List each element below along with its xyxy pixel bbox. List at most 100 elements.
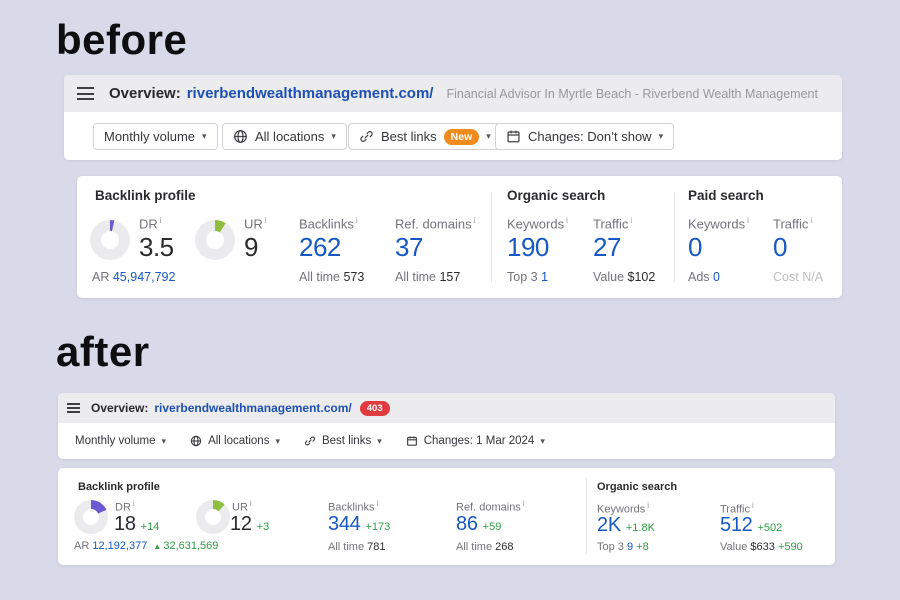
- ref-domains-delta: +59: [483, 521, 502, 533]
- calendar-icon: [506, 129, 521, 144]
- paid-search-title: Paid search: [688, 188, 764, 203]
- ur-delta: +3: [257, 521, 270, 533]
- status-badge-403: 403: [360, 401, 390, 416]
- backlinks-value-row: 344 +173: [328, 513, 390, 536]
- ref-domains-value-row: 86 +59: [456, 513, 501, 536]
- organic-keywords-value[interactable]: 2K: [597, 514, 621, 536]
- dr-label: DRi: [115, 499, 135, 514]
- info-icon: i: [133, 499, 135, 508]
- new-badge: New: [444, 129, 480, 145]
- section-divider: [586, 478, 587, 554]
- ref-domains-label: Ref. domainsi: [456, 499, 525, 514]
- domain-link[interactable]: riverbendwealthmanagement.com/: [154, 401, 351, 415]
- chevron-down-icon: ▾: [659, 131, 664, 142]
- best-links-dropdown[interactable]: Best links New ▾: [348, 123, 502, 150]
- locations-dropdown[interactable]: All locations ▾: [190, 435, 280, 447]
- organic-search-title: Organic search: [507, 188, 605, 203]
- organic-traffic-value[interactable]: 512: [720, 514, 752, 536]
- after-filter-bar: Monthly volume ▾ All locations ▾ Best li…: [58, 423, 835, 459]
- organic-traffic-delta: +502: [757, 522, 782, 534]
- ar-label: AR: [74, 540, 89, 552]
- ref-domains-alltime: All time 157: [395, 270, 460, 284]
- dropdown-label: Best links: [322, 435, 371, 447]
- menu-icon[interactable]: [67, 403, 80, 413]
- organic-keywords-sub: Top 3 1: [507, 270, 548, 284]
- ur-value: 9: [244, 232, 258, 263]
- organic-search-title: Organic search: [597, 481, 677, 493]
- paid-traffic-value[interactable]: 0: [773, 232, 787, 263]
- chevron-down-icon: ▾: [377, 436, 382, 447]
- organic-traffic-label: Traffici: [593, 216, 632, 231]
- ar-row: AR 12,192,377▲32,631,569: [74, 540, 218, 552]
- domain-link[interactable]: riverbendwealthmanagement.com/: [187, 85, 434, 102]
- chevron-down-icon: ▾: [331, 131, 336, 142]
- ref-domains-value[interactable]: 37: [395, 232, 423, 263]
- globe-icon: [190, 435, 202, 447]
- after-heading: after: [56, 328, 150, 376]
- ar-value[interactable]: 12,192,377: [92, 540, 147, 552]
- monthly-volume-dropdown[interactable]: Monthly volume ▾: [75, 435, 166, 447]
- dr-label: DRi: [139, 216, 162, 231]
- dr-delta: +14: [141, 521, 160, 533]
- paid-keywords-value[interactable]: 0: [688, 232, 702, 263]
- locations-dropdown[interactable]: All locations ▾: [222, 123, 347, 150]
- globe-icon: [233, 129, 248, 144]
- organic-traffic-value[interactable]: 27: [593, 232, 621, 263]
- before-heading: before: [56, 16, 187, 64]
- chevron-down-icon: ▾: [162, 436, 167, 447]
- dropdown-label: All locations: [255, 129, 324, 144]
- backlinks-delta: +173: [365, 521, 390, 533]
- ar-delta: 32,631,569: [163, 540, 218, 552]
- section-divider: [674, 192, 675, 282]
- ref-domains-label: Ref. domainsi: [395, 216, 475, 231]
- backlinks-alltime: All time 781: [328, 541, 385, 553]
- before-metrics-card: Backlink profile DRi 3.5 AR 45,947,792 U…: [77, 176, 842, 298]
- backlinks-value[interactable]: 262: [299, 232, 341, 263]
- ar-row: AR 45,947,792: [92, 270, 175, 284]
- changes-dropdown[interactable]: Changes: Don’t show ▾: [495, 123, 674, 150]
- info-icon: i: [250, 499, 252, 508]
- dropdown-label: Best links: [381, 129, 437, 144]
- organic-traffic-value-row: 512 +502: [720, 514, 782, 537]
- backlinks-label: Backlinksi: [328, 499, 378, 514]
- organic-traffic-sub: Value $102: [593, 270, 655, 284]
- page: before Overview: riverbendwealthmanageme…: [0, 0, 900, 600]
- before-overview-header: Overview: riverbendwealthmanagement.com/…: [64, 75, 842, 112]
- organic-traffic-sub: Value $633 +590: [720, 541, 803, 553]
- ur-gauge: [195, 220, 235, 260]
- overview-title: Overview:: [109, 85, 181, 102]
- overview-title: Overview:: [91, 401, 148, 415]
- info-icon: i: [810, 216, 812, 225]
- dropdown-label: Changes: 1 Mar 2024: [424, 435, 535, 447]
- after-overview-card: Overview: riverbendwealthmanagement.com/…: [58, 393, 835, 459]
- backlinks-label: Backlinksi: [299, 216, 358, 231]
- info-icon: i: [752, 501, 754, 510]
- dr-gauge: [74, 500, 108, 534]
- best-links-dropdown[interactable]: Best links ▾: [304, 435, 382, 447]
- chevron-down-icon: ▾: [486, 131, 491, 142]
- chevron-down-icon: ▾: [275, 436, 280, 447]
- before-filter-bar: Monthly volume ▾ All locations ▾ Best li…: [64, 112, 842, 160]
- backlinks-alltime: All time 573: [299, 270, 364, 284]
- backlinks-value[interactable]: 344: [328, 513, 360, 535]
- info-icon: i: [647, 501, 649, 510]
- calendar-icon: [406, 435, 418, 447]
- ur-value-row: 12+3: [230, 513, 269, 536]
- ar-value[interactable]: 45,947,792: [113, 270, 176, 284]
- ref-domains-alltime: All time 268: [456, 541, 513, 553]
- info-icon: i: [630, 216, 632, 225]
- paid-keywords-sub: Ads 0: [688, 270, 720, 284]
- changes-dropdown[interactable]: Changes: 1 Mar 2024 ▾: [406, 435, 545, 447]
- after-metrics-card: Backlink profile DRi 18+14 AR 12,192,377…: [58, 468, 835, 565]
- before-overview-card: Overview: riverbendwealthmanagement.com/…: [64, 75, 842, 160]
- section-divider: [491, 192, 492, 282]
- info-icon: i: [376, 499, 378, 508]
- organic-keywords-value-row: 2K+1.8K: [597, 514, 655, 537]
- menu-icon[interactable]: [77, 87, 94, 100]
- backlink-profile-title: Backlink profile: [95, 188, 196, 203]
- info-icon: i: [265, 216, 267, 225]
- info-icon: i: [356, 216, 358, 225]
- organic-keywords-value[interactable]: 190: [507, 232, 549, 263]
- ref-domains-value[interactable]: 86: [456, 513, 478, 535]
- monthly-volume-dropdown[interactable]: Monthly volume ▾: [93, 123, 218, 150]
